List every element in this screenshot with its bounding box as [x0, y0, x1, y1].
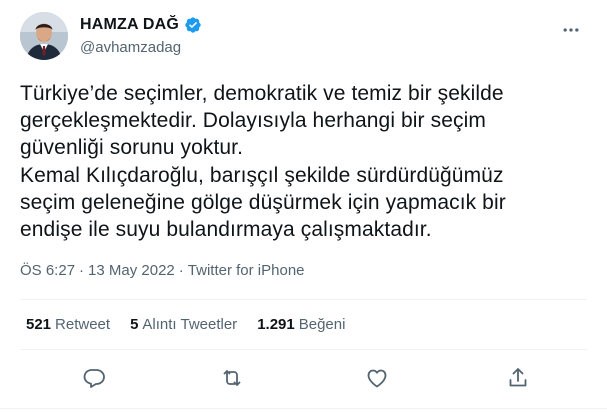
reply-icon[interactable]: [82, 366, 106, 390]
quotes-stat[interactable]: 5 Alıntı Tweetler: [130, 316, 237, 333]
tweet-time[interactable]: ÖS 6:27: [20, 262, 75, 279]
retweets-stat[interactable]: 521 Retweet: [26, 316, 110, 333]
action-bar: [20, 360, 587, 396]
likes-label: Beğeni: [298, 316, 346, 333]
quotes-count: 5: [130, 316, 139, 333]
author-info: HAMZA DAĞ @avhamzadag: [80, 14, 202, 56]
retweets-label: Retweet: [55, 316, 111, 333]
name-row: HAMZA DAĞ: [80, 14, 202, 36]
divider: [20, 299, 587, 300]
likes-stat[interactable]: 1.291 Beğeni: [257, 316, 345, 333]
tweet-card: HAMZA DAĞ @avhamzadag Türkiye’de seçimle…: [0, 0, 607, 412]
profile-photo-icon: [20, 12, 68, 60]
display-name[interactable]: HAMZA DAĞ: [80, 16, 179, 34]
quotes-label: Alıntı Tweetler: [142, 316, 238, 333]
share-icon[interactable]: [506, 366, 530, 390]
avatar[interactable]: [20, 12, 68, 60]
meta-separator: ·: [178, 262, 184, 279]
meta-separator: ·: [79, 262, 85, 279]
like-icon[interactable]: [365, 366, 389, 390]
divider: [0, 408, 607, 409]
tweet-source[interactable]: Twitter for iPhone: [188, 262, 305, 279]
divider: [20, 349, 587, 350]
tweet-header: HAMZA DAĞ @avhamzadag: [20, 12, 587, 64]
tweet-date[interactable]: 13 May 2022: [88, 262, 175, 279]
likes-count: 1.291: [257, 316, 295, 333]
handle[interactable]: @avhamzadag: [80, 39, 202, 56]
tweet-text: Türkiye’de seçimler, demokratik ve temiz…: [20, 82, 506, 242]
tweet-meta: ÖS 6:27 · 13 May 2022 · Twitter for iPho…: [20, 262, 305, 279]
tweet-stats: 521 Retweet 5 Alıntı Tweetler 1.291 Beğeni: [26, 316, 345, 333]
more-options-icon[interactable]: [561, 20, 581, 40]
retweet-icon[interactable]: [220, 366, 244, 390]
retweets-count: 521: [26, 316, 52, 333]
verified-badge-icon: [184, 16, 202, 34]
